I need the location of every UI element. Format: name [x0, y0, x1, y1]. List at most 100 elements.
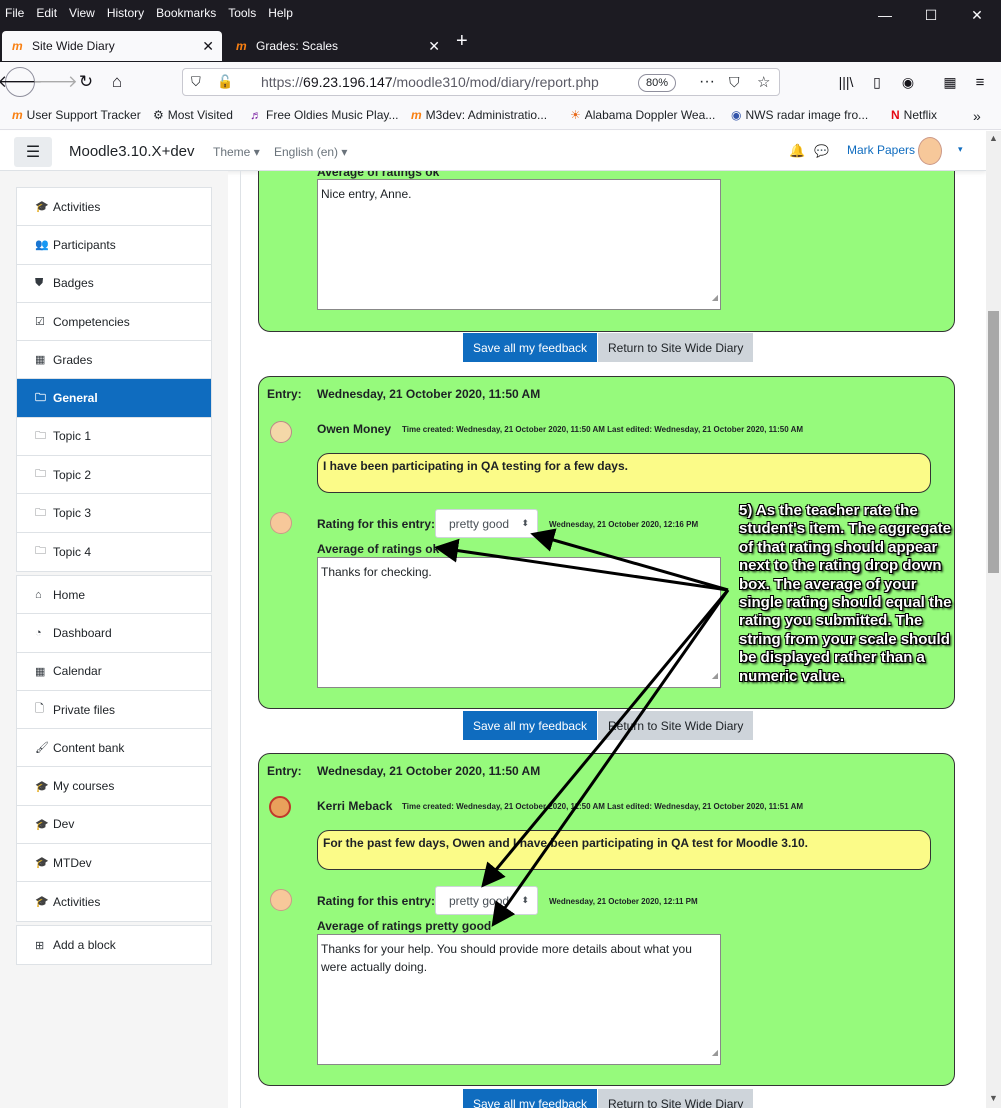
nav-item-label: Dashboard: [53, 625, 112, 640]
bookmark-item[interactable]: ◉ NWS radar image fro...: [731, 108, 868, 122]
nav-item-activities[interactable]: 🎓 Activities: [17, 882, 211, 920]
user-menu-name[interactable]: Mark Papers: [847, 143, 915, 157]
nav-item-label: Calendar: [53, 664, 102, 679]
site-name[interactable]: Moodle3.10.X+dev: [69, 143, 195, 160]
zoom-level-badge[interactable]: 80%: [638, 74, 676, 92]
moodle-icon: m: [12, 108, 23, 122]
resize-grip-icon[interactable]: ◢: [712, 1044, 718, 1062]
bookmark-item[interactable]: N Netflix: [891, 108, 937, 122]
rating-select[interactable]: pretty good ⬍: [435, 886, 538, 915]
feedback-textarea[interactable]: Nice entry, Anne. ◢: [317, 179, 721, 310]
scrollbar-thumb[interactable]: [988, 311, 999, 573]
shield-icon[interactable]: ⛉: [191, 74, 201, 90]
save-feedback-button[interactable]: Save all my feedback: [463, 711, 598, 740]
page-scrollbar[interactable]: ▲ ▼: [986, 131, 1001, 1108]
more-bookmarks-icon[interactable]: »: [973, 108, 981, 124]
resize-grip-icon[interactable]: ◢: [712, 667, 718, 685]
nav-item-label: Topic 2: [53, 467, 92, 482]
nav-item-dashboard[interactable]: ◔ Dashboard: [17, 614, 211, 653]
nav-item-activities[interactable]: 🎓 Activities: [17, 188, 211, 227]
nav-item-home[interactable]: ⌂ Home: [17, 576, 211, 615]
message-icon[interactable]: 💬: [814, 144, 829, 158]
language-dropdown[interactable]: English (en) ▾: [274, 145, 347, 159]
nav-item-topic-4[interactable]: 🗀 Topic 4: [17, 533, 211, 571]
nav-item-competencies[interactable]: ☑ Competencies: [17, 303, 211, 342]
nav-item-dev[interactable]: 🎓 Dev: [17, 806, 211, 845]
back-arrow-icon[interactable]: 🡐: [0, 67, 43, 97]
insecure-lock-icon[interactable]: 🔓: [217, 74, 233, 90]
url-bar[interactable]: ⛉ 🔓 https://69.23.196.147/moodle310/mod/…: [182, 68, 780, 96]
nav-item-general[interactable]: 🗀 General: [17, 379, 211, 418]
student-avatar[interactable]: [270, 421, 292, 443]
nav-item-grades[interactable]: ▦ Grades: [17, 341, 211, 380]
home-icon[interactable]: ⌂: [102, 68, 132, 96]
hamburger-menu-icon[interactable]: ≡: [965, 68, 995, 96]
student-name[interactable]: Kerri Meback: [317, 799, 392, 813]
nav-item-label: Grades: [53, 352, 93, 367]
bookmark-item[interactable]: ☀ Alabama Doppler Wea...: [570, 108, 715, 122]
tab-close-icon[interactable]: ✕: [202, 38, 214, 55]
nav-icon: ☑: [35, 316, 45, 329]
forward-arrow-icon[interactable]: 🡒: [32, 68, 78, 96]
nav-item-topic-1[interactable]: 🗀 Topic 1: [17, 418, 211, 457]
tab-close-icon[interactable]: ✕: [428, 38, 440, 55]
return-to-diary-button[interactable]: Return to Site Wide Diary: [598, 1089, 754, 1108]
library-icon[interactable]: |||\: [831, 68, 861, 96]
menu-file[interactable]: File: [0, 2, 30, 24]
return-to-diary-button[interactable]: Return to Site Wide Diary: [598, 711, 754, 740]
extensions-icon[interactable]: ▦: [935, 68, 965, 96]
resize-grip-icon[interactable]: ◢: [712, 289, 718, 307]
bookmark-item[interactable]: ⚙ Most Visited: [153, 108, 233, 122]
feedback-textarea[interactable]: Thanks for checking. ◢: [317, 557, 721, 688]
bookmark-item[interactable]: m User Support Tracker: [12, 108, 141, 122]
bookmark-item[interactable]: m M3dev: Administratio...: [411, 108, 547, 122]
menu-tools[interactable]: Tools: [222, 2, 262, 24]
menu-bookmarks[interactable]: Bookmarks: [150, 2, 222, 24]
save-feedback-button[interactable]: Save all my feedback: [463, 333, 598, 362]
menu-help[interactable]: Help: [262, 2, 299, 24]
nav-item-calendar[interactable]: ▦ Calendar: [17, 653, 211, 691]
scroll-down-icon[interactable]: ▼: [989, 1093, 998, 1103]
scroll-up-icon[interactable]: ▲: [989, 133, 998, 143]
rating-select[interactable]: pretty good ⬍: [435, 509, 538, 538]
menu-edit[interactable]: Edit: [30, 2, 63, 24]
nav-icon: ◔: [35, 626, 42, 639]
more-actions-icon[interactable]: ···: [699, 73, 715, 91]
menu-view[interactable]: View: [63, 2, 101, 24]
bookmarks-toolbar: m User Support Tracker ⚙ Most Visited ♬ Fre…: [0, 102, 1001, 130]
theme-dropdown[interactable]: Theme ▾: [213, 145, 260, 159]
bookmark-star-icon[interactable]: ☆: [757, 73, 770, 91]
nav-item-participants[interactable]: 👥 Participants: [17, 226, 211, 265]
bookmark-item[interactable]: ♬ Free Oldies Music Play...: [250, 108, 398, 122]
student-name[interactable]: Owen Money: [317, 422, 391, 436]
menu-history[interactable]: History: [101, 2, 150, 24]
nav-item-topic-2[interactable]: 🗀 Topic 2: [17, 456, 211, 495]
pocket-icon[interactable]: ⛉: [729, 74, 740, 91]
nav-item-label: Private files: [53, 702, 116, 717]
url-text[interactable]: https://69.23.196.147/moodle310/mod/diar…: [261, 74, 599, 90]
add-a-block-button[interactable]: ⊞ Add a block: [17, 926, 211, 964]
avatar[interactable]: [918, 137, 942, 165]
tab-site-wide-diary[interactable]: m Site Wide Diary ✕: [2, 31, 222, 61]
nav-item-mtdev[interactable]: 🎓 MTDev: [17, 844, 211, 883]
tab-grades-scales[interactable]: m Grades: Scales ✕: [226, 31, 448, 61]
account-icon[interactable]: ◉: [893, 68, 923, 96]
nav-item-badges[interactable]: ⛊ Badges: [17, 265, 211, 303]
feedback-textarea[interactable]: Thanks for your help. You should provide…: [317, 934, 721, 1065]
drawer-toggle-icon[interactable]: ☰: [14, 137, 52, 167]
bell-icon[interactable]: 🔔: [789, 143, 805, 159]
nav-item-label: Topic 4: [53, 544, 92, 559]
nav-item-private-files[interactable]: 🗋 Private files: [17, 691, 211, 730]
student-avatar[interactable]: [269, 796, 291, 818]
new-tab-icon[interactable]: +: [456, 30, 468, 53]
save-feedback-button[interactable]: Save all my feedback: [463, 1089, 598, 1108]
entry-date: Wednesday, 21 October 2020, 11:50 AM: [317, 387, 541, 401]
nav-item-content-bank[interactable]: 🖌 Content bank: [17, 729, 211, 768]
nav-item-label: Activities: [53, 199, 101, 214]
nav-item-my-courses[interactable]: 🎓 My courses: [17, 767, 211, 806]
nav-item-topic-3[interactable]: 🗀 Topic 3: [17, 494, 211, 533]
chevron-down-icon[interactable]: ▾: [958, 144, 963, 155]
reload-icon[interactable]: ↻: [71, 68, 101, 96]
return-to-diary-button[interactable]: Return to Site Wide Diary: [598, 333, 754, 362]
sidebar-icon[interactable]: ▯: [862, 68, 892, 96]
